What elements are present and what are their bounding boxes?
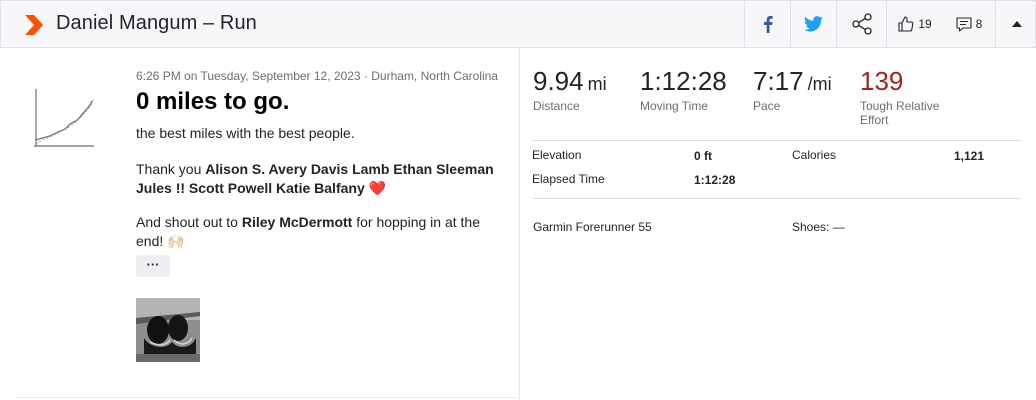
moving-time-value: 1:12:28 [640,66,727,96]
shoes-photo-image [136,298,200,362]
stats-divider [532,140,1021,141]
column-divider [519,48,520,400]
activity-photo[interactable] [136,298,200,362]
calories-value: 1,121 [954,149,985,163]
shoes-info: Shoes: — [792,220,845,234]
thumbs-up-icon [898,16,914,32]
stat-moving-time: 1:12:28 Moving Time [640,66,727,113]
stat-pace: 7:17/mi Pace [753,66,832,113]
distance-label: Distance [533,99,580,113]
description-line: the best miles with the best people. [136,125,355,141]
pace-value: 7:17 [753,66,804,96]
more-options-button[interactable]: ··· [136,255,170,277]
share-button[interactable] [836,1,886,47]
facebook-icon [763,16,773,33]
collapse-button[interactable] [995,1,1036,47]
device-name: Garmin Forerunner 55 [533,220,652,234]
stats-divider [532,198,1021,199]
thank-you-text: Thank you Alison S. Avery Davis Lamb Eth… [136,160,496,198]
elevation-value: 0 ft [694,149,712,163]
distance-unit: mi [587,74,607,94]
activity-meta: 6:26 PM on Tuesday, September 12, 2023 ·… [136,69,498,83]
heart-emoji: ❤️ [368,180,387,196]
caret-up-icon [1011,21,1022,27]
comments-button[interactable]: 8 [943,1,995,47]
shout-out-athlete[interactable]: Riley McDermott [242,214,352,230]
elevation-label: Elevation [532,148,582,162]
kudos-button[interactable]: 19 [886,1,943,47]
shout-prefix: And shout out to [136,214,242,230]
share-icon [851,13,872,35]
facebook-share-button[interactable] [744,1,790,47]
comment-count: 8 [975,17,983,31]
pace-unit: /mi [807,74,832,94]
section-divider [16,397,516,398]
page-title: Daniel Mangum – Run [56,12,257,34]
stat-distance: 9.94 mi Distance [533,66,607,113]
relative-effort-value: 139 [860,66,904,96]
distance-value: 9.94 [533,66,584,96]
kudos-count: 19 [918,17,932,31]
activity-chart-icon [34,89,95,147]
elapsed-time-value: 1:12:28 [694,173,736,187]
activity-name: 0 miles to go. [136,88,290,115]
thank-prefix: Thank you [136,161,206,177]
twitter-share-button[interactable] [790,1,836,47]
activity-header: Daniel Mangum – Run 19 8 [0,0,1036,48]
relative-effort-label: Tough Relative Effort [860,99,940,127]
comment-icon [956,16,972,32]
pace-label: Pace [753,99,781,113]
moving-time-label: Moving Time [640,99,709,113]
elapsed-time-label: Elapsed Time [532,172,605,186]
calories-label: Calories [792,148,837,162]
twitter-icon [804,16,823,32]
stat-relative-effort[interactable]: 139 Tough Relative Effort [860,66,970,127]
strava-logo-icon[interactable] [23,14,45,36]
shout-out-text: And shout out to Riley McDermott for hop… [136,213,496,251]
